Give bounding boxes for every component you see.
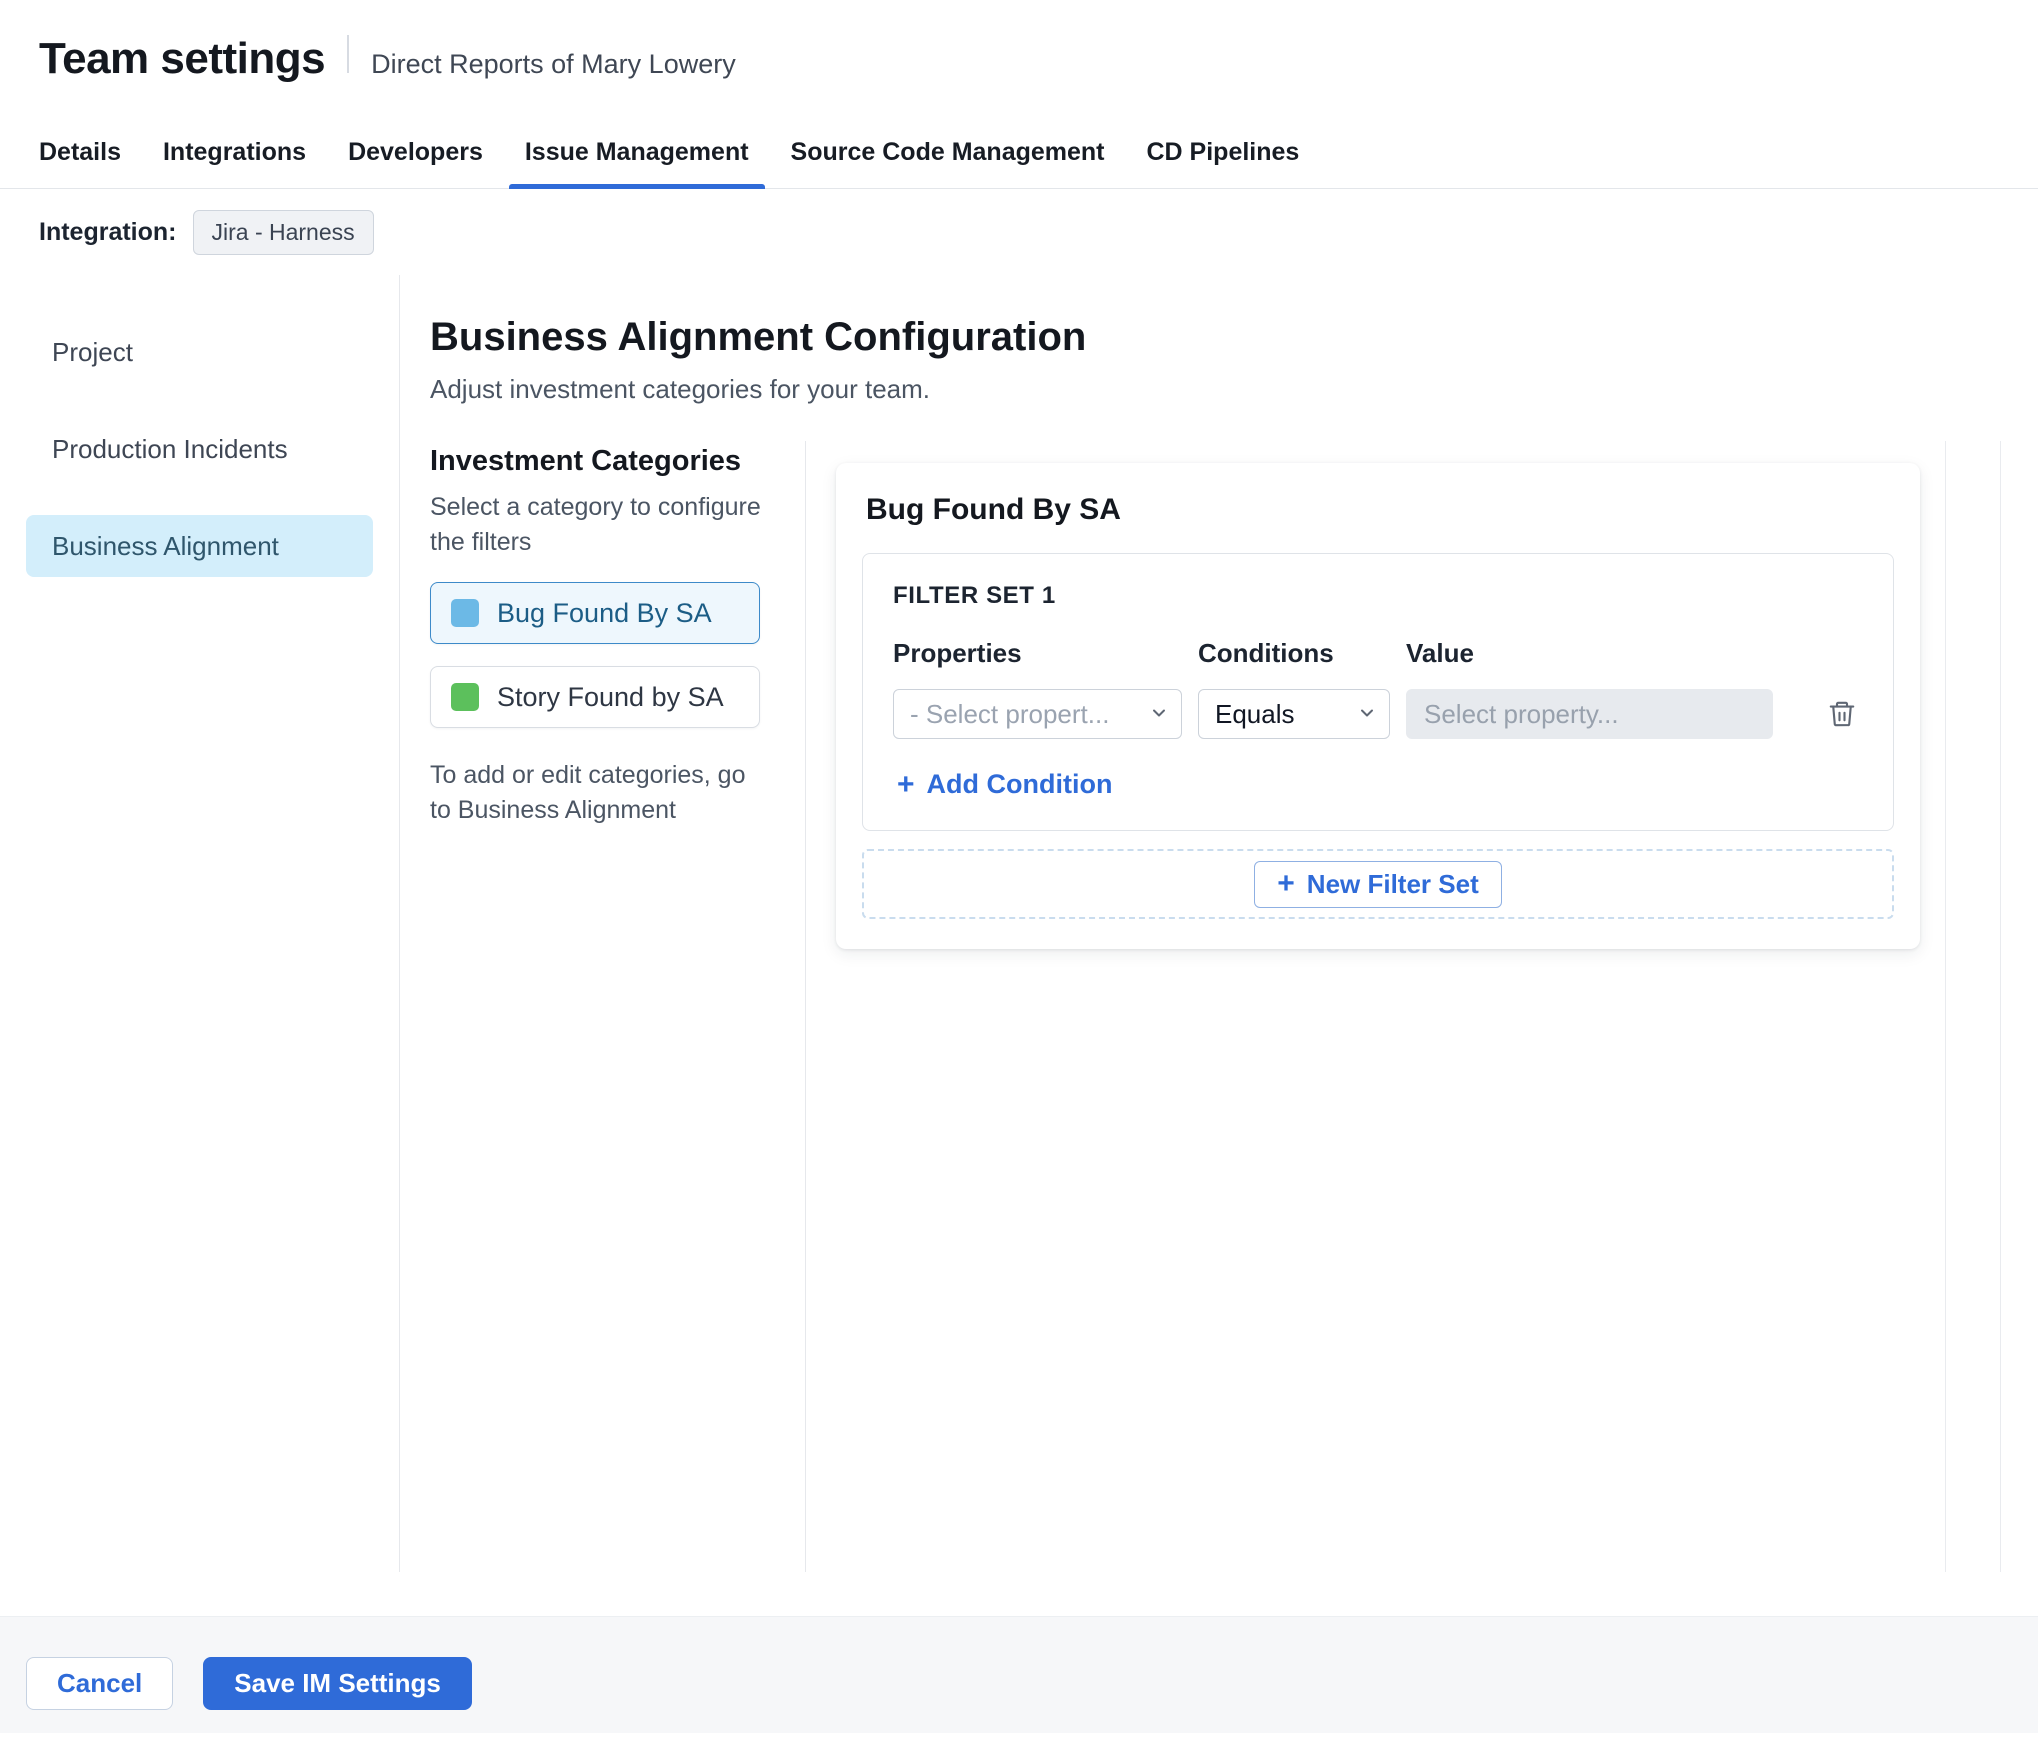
trash-icon — [1827, 701, 1857, 732]
properties-select[interactable]: - Select propert... — [893, 689, 1182, 739]
tab-source-code-management[interactable]: Source Code Management — [770, 117, 1126, 188]
save-im-settings-button[interactable]: Save IM Settings — [203, 1656, 472, 1710]
integration-chip[interactable]: Jira - Harness — [192, 209, 374, 255]
sidebar-item-project[interactable]: Project — [26, 321, 373, 383]
sidebar-item-business-alignment[interactable]: Business Alignment — [26, 515, 373, 577]
investment-categories-hint: Select a category to configure the filte… — [430, 493, 761, 556]
investment-categories-title: Investment Categories — [430, 445, 742, 477]
new-filter-set-button[interactable]: + New Filter Set — [1254, 860, 1502, 908]
column-header-properties: Properties — [893, 638, 1022, 668]
category-item-label: Story Found by SA — [497, 681, 724, 712]
category-filter-card: Bug Found By SA FILTER SET 1 Properties … — [836, 463, 1920, 949]
page-title: Team settings — [39, 34, 326, 83]
column-header-conditions: Conditions — [1198, 638, 1334, 668]
filter-card-title: Bug Found By SA — [866, 493, 1121, 526]
page-header: Team settings Direct Reports of Mary Low… — [0, 0, 2038, 117]
footer-gap — [0, 1572, 2038, 1616]
settings-tab-bar: Details Integrations Developers Issue Ma… — [0, 117, 2038, 189]
main-panel: Business Alignment Configuration Adjust … — [400, 275, 2038, 1572]
investment-categories-column: Investment Categories Select a category … — [430, 441, 806, 1572]
category-color-swatch-blue — [451, 599, 479, 627]
chevron-down-icon — [1357, 699, 1377, 730]
integration-row: Integration: Jira - Harness — [0, 189, 2038, 275]
filter-column-headers: Properties Conditions Value — [893, 638, 1863, 669]
title-divider — [347, 35, 350, 73]
tab-developers[interactable]: Developers — [327, 117, 504, 188]
tab-details[interactable]: Details — [18, 117, 142, 188]
category-item-label: Bug Found By SA — [497, 597, 712, 628]
delete-condition-button[interactable] — [1821, 693, 1863, 735]
category-item-story-found-by-sa[interactable]: Story Found by SA — [430, 666, 760, 728]
content-area: Project Production Incidents Business Al… — [0, 275, 2038, 1572]
properties-select-value: - Select propert... — [910, 698, 1110, 729]
filter-panel-column: Bug Found By SA FILTER SET 1 Properties … — [806, 441, 2038, 1572]
add-condition-button[interactable]: + Add Condition — [893, 769, 1112, 800]
tab-issue-management[interactable]: Issue Management — [504, 117, 770, 189]
filter-set-label: FILTER SET 1 — [893, 582, 1056, 609]
sidebar-item-production-incidents[interactable]: Production Incidents — [26, 418, 373, 480]
section-title: Business Alignment Configuration — [430, 315, 1087, 359]
cancel-button[interactable]: Cancel — [26, 1656, 174, 1710]
scrollbar-divider — [2000, 441, 2001, 1572]
categories-footnote: To add or edit categories, go to Busines… — [430, 761, 746, 824]
value-input[interactable] — [1406, 689, 1773, 739]
section-subtitle: Adjust investment categories for your te… — [430, 374, 931, 404]
action-footer: Cancel Save IM Settings — [0, 1616, 2038, 1733]
column-header-value: Value — [1406, 638, 1474, 668]
settings-sidebar: Project Production Incidents Business Al… — [0, 275, 400, 1572]
integration-label: Integration: — [39, 217, 177, 246]
new-filter-set-dropzone: + New Filter Set — [862, 849, 1894, 919]
category-item-bug-found-by-sa[interactable]: Bug Found By SA — [430, 582, 760, 644]
category-color-swatch-green — [451, 683, 479, 711]
filter-condition-row: - Select propert... Equals — [893, 689, 1863, 739]
conditions-select-value: Equals — [1215, 698, 1295, 729]
page-subtitle: Direct Reports of Mary Lowery — [371, 49, 736, 79]
add-condition-label: Add Condition — [926, 769, 1113, 799]
chevron-down-icon — [1149, 699, 1169, 730]
filter-set-1: FILTER SET 1 Properties Conditions Value… — [862, 553, 1894, 831]
tab-cd-pipelines[interactable]: CD Pipelines — [1126, 117, 1321, 188]
plus-icon: + — [897, 767, 915, 801]
plus-icon: + — [1277, 867, 1295, 900]
conditions-select[interactable]: Equals — [1198, 689, 1390, 739]
new-filter-set-label: New Filter Set — [1306, 868, 1479, 899]
tab-integrations[interactable]: Integrations — [142, 117, 327, 188]
configuration-body: Investment Categories Select a category … — [430, 441, 2038, 1572]
scroll-track-divider — [1945, 441, 1946, 1572]
